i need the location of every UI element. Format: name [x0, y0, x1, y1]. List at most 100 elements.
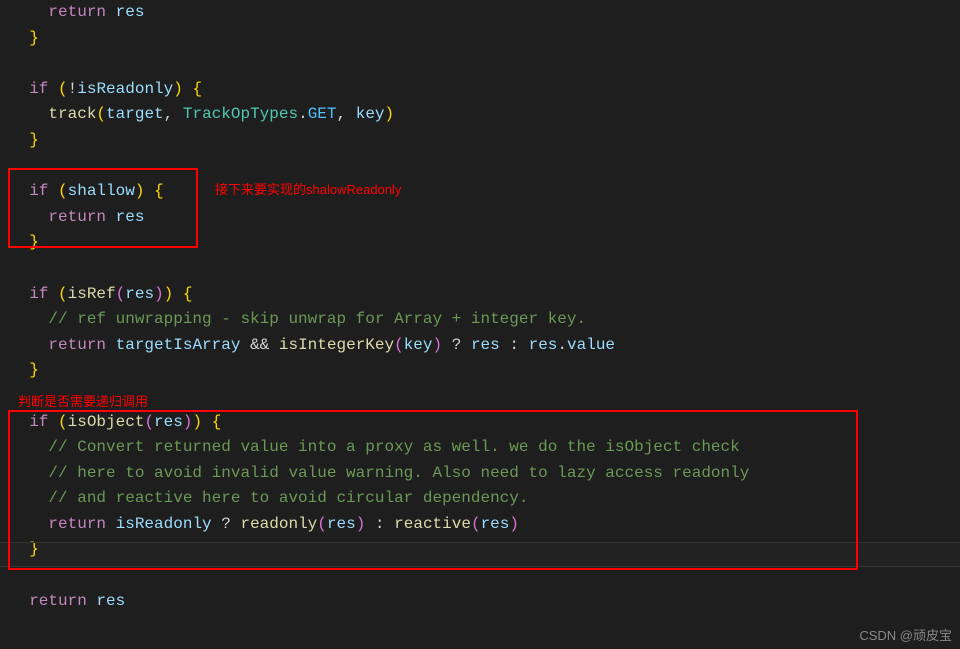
- code-line: return isReadonly ? readonly(res) : reac…: [10, 512, 960, 538]
- variable: res: [327, 515, 356, 533]
- variable: target: [106, 105, 164, 123]
- paren: ): [433, 336, 443, 354]
- code-line: // here to avoid invalid value warning. …: [10, 461, 960, 487]
- brace: }: [29, 361, 39, 379]
- code-line: [10, 563, 960, 589]
- variable: res: [116, 208, 145, 226]
- code-line: }: [10, 128, 960, 154]
- variable: isReadonly: [116, 515, 212, 533]
- variable: isReadonly: [77, 80, 173, 98]
- operator: ?: [221, 515, 231, 533]
- code-line: // ref unwrapping - skip unwrap for Arra…: [10, 307, 960, 333]
- function-call: track: [48, 105, 96, 123]
- variable: key: [356, 105, 385, 123]
- type: TrackOpTypes: [183, 105, 298, 123]
- code-line: return targetIsArray && isIntegerKey(key…: [10, 333, 960, 359]
- variable: res: [96, 592, 125, 610]
- keyword: if: [29, 80, 48, 98]
- variable: res: [471, 336, 500, 354]
- comment: // here to avoid invalid value warning. …: [48, 464, 749, 482]
- brace: }: [29, 131, 39, 149]
- code-line: return res: [10, 205, 960, 231]
- comment: // ref unwrapping - skip unwrap for Arra…: [48, 310, 586, 328]
- code-line: }: [10, 26, 960, 52]
- code-line: if (isObject(res)) {: [10, 410, 960, 436]
- code-line: [10, 384, 960, 410]
- operator: ?: [452, 336, 462, 354]
- code-line: }: [10, 230, 960, 256]
- keyword: return: [29, 592, 87, 610]
- paren: (: [317, 515, 327, 533]
- code-line: }: [10, 537, 960, 563]
- brace: }: [29, 540, 39, 558]
- annotation-shallow: 接下来要实现的shalowReadonly: [215, 180, 401, 201]
- paren: ): [154, 285, 164, 303]
- comment: // and reactive here to avoid circular d…: [48, 489, 528, 507]
- paren: (: [58, 285, 68, 303]
- variable: res: [125, 285, 154, 303]
- watermark: CSDN @顽皮宝: [859, 626, 952, 647]
- comment: // Convert returned value into a proxy a…: [48, 438, 739, 456]
- property: value: [567, 336, 615, 354]
- code-line: // and reactive here to avoid circular d…: [10, 486, 960, 512]
- code-line: return res: [10, 0, 960, 26]
- code-line: if (!isReadonly) {: [10, 77, 960, 103]
- paren: (: [58, 80, 68, 98]
- operator: &&: [250, 336, 269, 354]
- paren: ): [173, 80, 183, 98]
- code-line: }: [10, 358, 960, 384]
- paren: ): [164, 285, 174, 303]
- variable: key: [404, 336, 433, 354]
- paren: (: [144, 413, 154, 431]
- keyword: if: [29, 182, 48, 200]
- paren: (: [116, 285, 126, 303]
- constant: GET: [308, 105, 337, 123]
- operator: :: [509, 336, 519, 354]
- brace: {: [154, 182, 164, 200]
- code-line: [10, 154, 960, 180]
- paren: ): [385, 105, 395, 123]
- code-line: return res: [10, 589, 960, 615]
- brace: {: [183, 285, 193, 303]
- function-call: isObject: [68, 413, 145, 431]
- paren: (: [96, 105, 106, 123]
- code-line: [10, 51, 960, 77]
- brace: {: [212, 413, 222, 431]
- keyword: return: [48, 3, 106, 21]
- annotation-recursive: 判断是否需要递归调用: [18, 392, 148, 413]
- operator: !: [68, 80, 78, 98]
- operator: :: [375, 515, 385, 533]
- paren: ): [356, 515, 366, 533]
- paren: (: [394, 336, 404, 354]
- function-call: readonly: [240, 515, 317, 533]
- keyword: return: [48, 515, 106, 533]
- variable: shallow: [68, 182, 135, 200]
- code-line: // Convert returned value into a proxy a…: [10, 435, 960, 461]
- function-call: reactive: [394, 515, 471, 533]
- keyword: return: [48, 208, 106, 226]
- code-editor[interactable]: return res } if (!isReadonly) { track(ta…: [10, 0, 960, 614]
- brace: {: [192, 80, 202, 98]
- paren: (: [471, 515, 481, 533]
- code-line: track(target, TrackOpTypes.GET, key): [10, 102, 960, 128]
- brace: }: [29, 233, 39, 251]
- code-line: if (shallow) {: [10, 179, 960, 205]
- code-line: [10, 256, 960, 282]
- variable: targetIsArray: [116, 336, 241, 354]
- code-line: if (isRef(res)) {: [10, 282, 960, 308]
- paren: ): [135, 182, 145, 200]
- function-call: isIntegerKey: [279, 336, 394, 354]
- paren: (: [58, 413, 68, 431]
- variable: res: [116, 3, 145, 21]
- keyword: return: [48, 336, 106, 354]
- variable: res: [481, 515, 510, 533]
- paren: (: [58, 182, 68, 200]
- keyword: if: [29, 285, 48, 303]
- function-call: isRef: [68, 285, 116, 303]
- paren: ): [509, 515, 519, 533]
- variable: res: [154, 413, 183, 431]
- keyword: if: [29, 413, 48, 431]
- variable: res: [529, 336, 558, 354]
- brace: }: [29, 29, 39, 47]
- paren: ): [192, 413, 202, 431]
